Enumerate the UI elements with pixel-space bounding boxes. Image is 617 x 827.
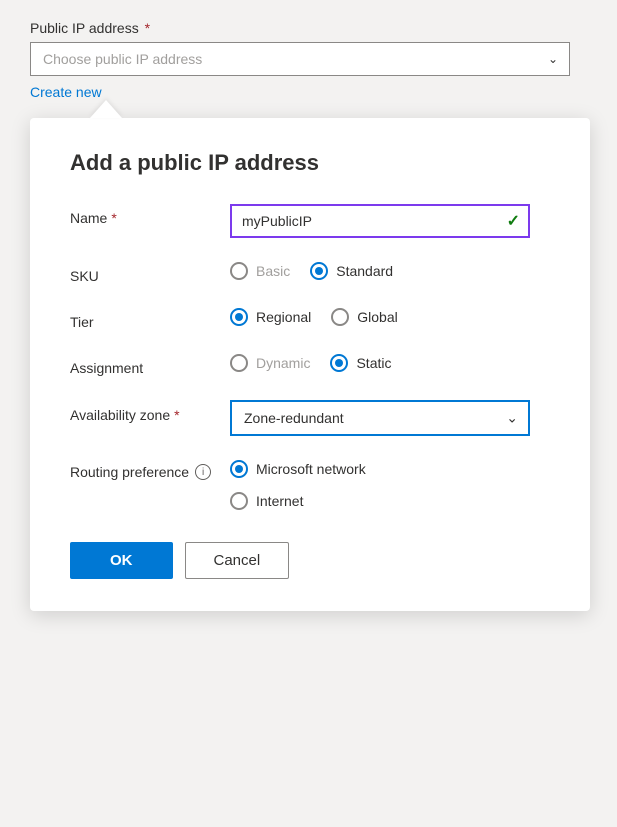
sku-standard-option[interactable]: Standard [310,262,393,280]
routing-internet-label: Internet [256,493,303,509]
routing-internet-radio[interactable] [230,492,248,510]
info-icon[interactable]: i [195,464,211,480]
name-input-container: ✓ [230,204,550,238]
name-input[interactable] [230,204,530,238]
public-ip-dropdown[interactable]: Choose public IP address [30,42,570,76]
public-ip-dropdown-wrapper: Choose public IP address ⌄ [30,42,570,76]
assignment-static-radio[interactable] [330,354,348,372]
required-star: * [145,20,150,36]
assignment-label: Assignment [70,354,230,376]
routing-label-row: Routing preference i [70,464,211,480]
sku-label: SKU [70,262,230,284]
assignment-dynamic-option[interactable]: Dynamic [230,354,310,372]
name-row: Name * ✓ [70,204,550,238]
tier-global-label: Global [357,309,397,325]
add-public-ip-modal: Add a public IP address Name * ✓ SKU Bas… [30,118,590,611]
button-row: OK Cancel [70,542,550,579]
tier-regional-option[interactable]: Regional [230,308,311,326]
sku-standard-label: Standard [336,263,393,279]
routing-microsoft-radio[interactable] [230,460,248,478]
assignment-static-option[interactable]: Static [330,354,391,372]
modal-title: Add a public IP address [70,150,550,176]
create-new-link[interactable]: Create new [30,84,102,100]
public-ip-label: Public IP address * [30,20,587,36]
routing-options: Microsoft network Internet [230,460,366,510]
assignment-row: Assignment Dynamic Static [70,354,550,376]
cancel-button[interactable]: Cancel [185,542,290,579]
assignment-dynamic-radio[interactable] [230,354,248,372]
assignment-dynamic-label: Dynamic [256,355,310,371]
availability-dropdown-wrapper: Zone-redundant 1 2 3 No Zone ⌄ [230,400,530,436]
check-icon: ✓ [507,211,520,231]
tier-row: Tier Regional Global [70,308,550,330]
name-required-star: * [111,210,116,226]
modal-caret [90,100,122,118]
tier-global-option[interactable]: Global [331,308,397,326]
availability-content: Zone-redundant 1 2 3 No Zone ⌄ [230,400,550,436]
name-input-wrapper: ✓ [230,204,530,238]
routing-label-col: Routing preference i [70,460,230,480]
tier-regional-label: Regional [256,309,311,325]
sku-basic-radio[interactable] [230,262,248,280]
routing-preference-label: Routing preference [70,464,189,480]
tier-global-radio[interactable] [331,308,349,326]
tier-regional-radio[interactable] [230,308,248,326]
tier-options: Regional Global [230,308,550,326]
routing-row: Routing preference i Microsoft network I… [70,460,550,510]
tier-label: Tier [70,308,230,330]
availability-required-star: * [174,406,179,426]
sku-options: Basic Standard [230,262,550,280]
sku-standard-radio[interactable] [310,262,328,280]
sku-basic-label: Basic [256,263,290,279]
availability-label: Availability zone * [70,400,230,426]
assignment-static-label: Static [356,355,391,371]
name-label: Name * [70,204,230,226]
routing-internet-option[interactable]: Internet [230,492,366,510]
availability-row: Availability zone * Zone-redundant 1 2 3… [70,400,550,436]
assignment-options: Dynamic Static [230,354,550,372]
public-ip-section: Public IP address * Choose public IP add… [30,20,587,100]
availability-dropdown[interactable]: Zone-redundant 1 2 3 No Zone [230,400,530,436]
ok-button[interactable]: OK [70,542,173,579]
routing-microsoft-option[interactable]: Microsoft network [230,460,366,478]
page-background: Public IP address * Choose public IP add… [0,0,617,631]
sku-basic-option[interactable]: Basic [230,262,290,280]
sku-row: SKU Basic Standard [70,262,550,284]
routing-microsoft-label: Microsoft network [256,461,366,477]
